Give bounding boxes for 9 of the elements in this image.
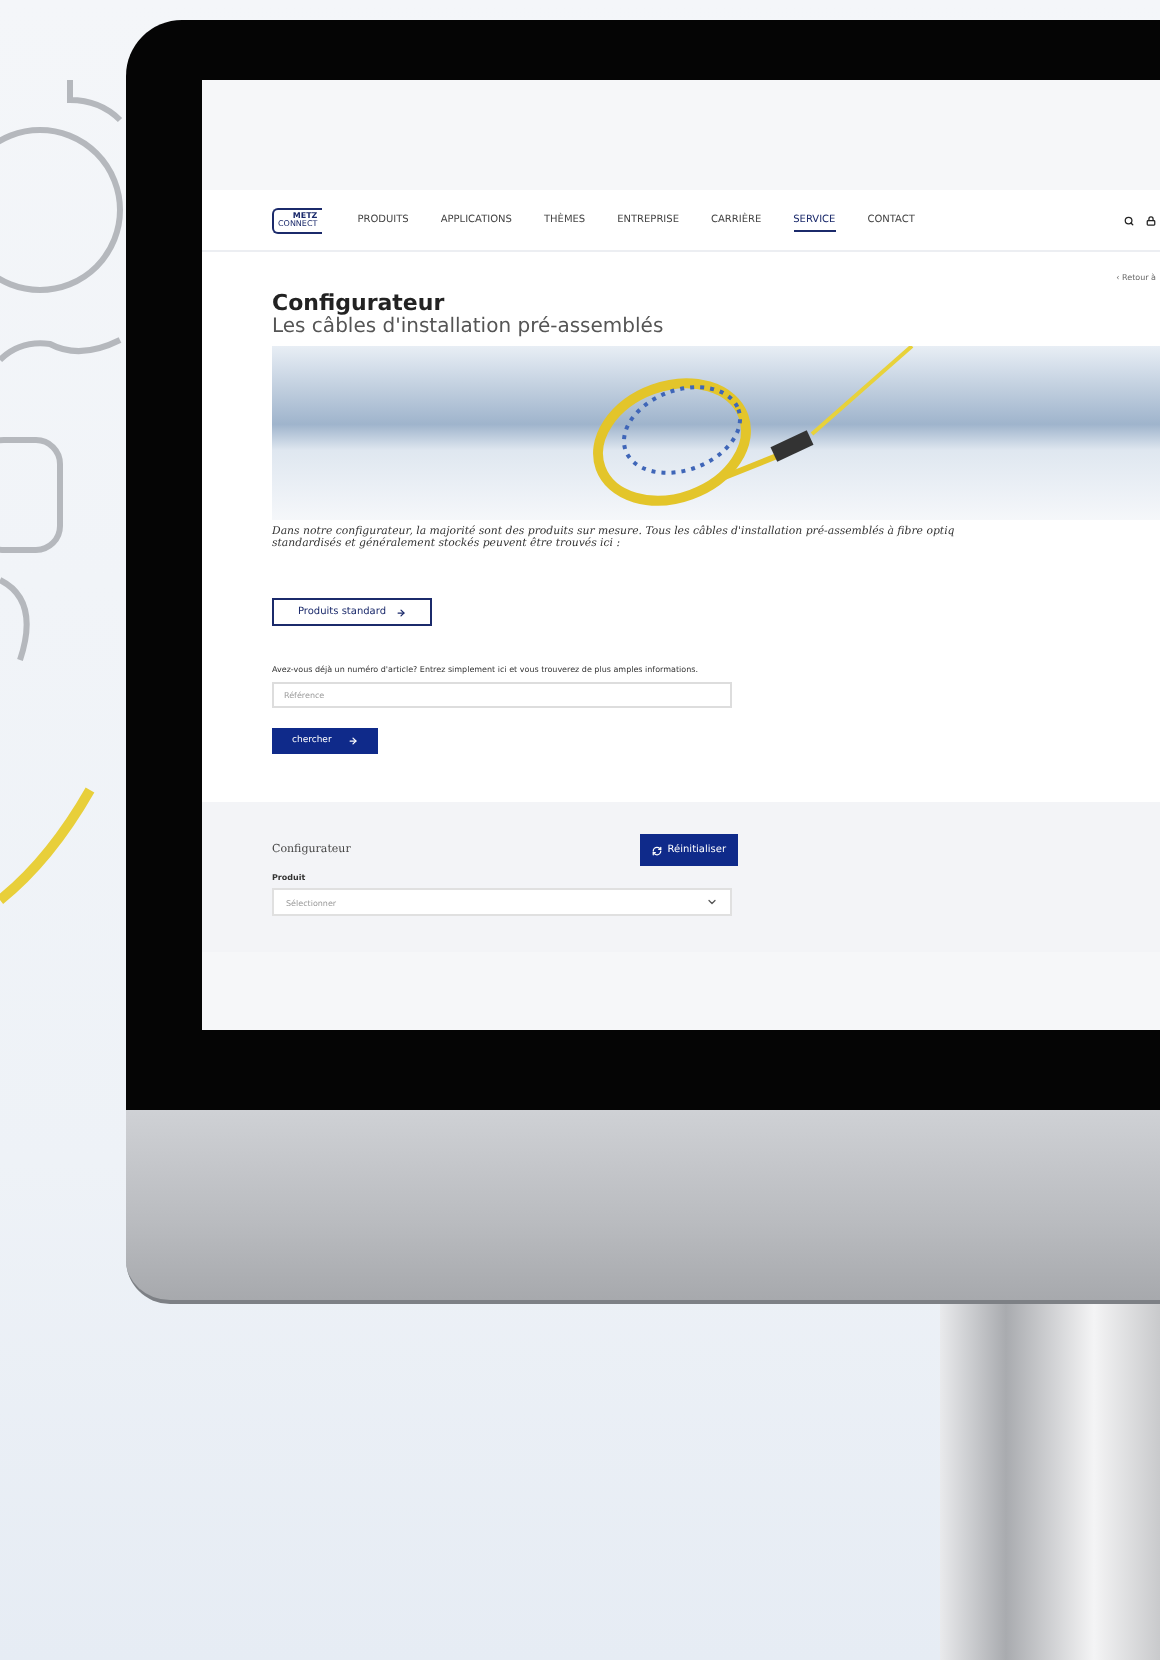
search-icon[interactable] — [1124, 215, 1134, 225]
arrow-right-icon — [347, 736, 358, 747]
page-subtitle: Les câbles d'installation pré-assemblés — [272, 316, 666, 338]
lock-icon[interactable] — [1146, 215, 1156, 225]
cable-drawing — [0, 787, 95, 904]
chevron-down-icon — [706, 896, 718, 909]
refresh-icon — [651, 845, 662, 856]
arrow-right-icon — [396, 607, 406, 618]
page-title: Configurateur — [272, 290, 447, 316]
